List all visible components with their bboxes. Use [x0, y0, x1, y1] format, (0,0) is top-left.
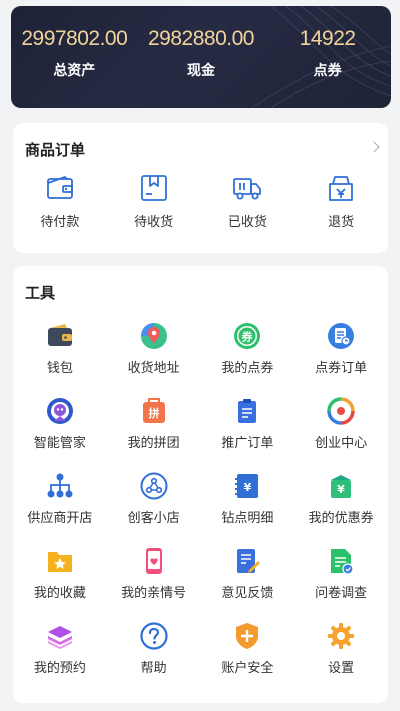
tool-address[interactable]: 收货地址 [107, 318, 201, 393]
asset-total-value: 2997802.00 [21, 27, 128, 50]
order-pending-payment[interactable]: 待付款 [13, 173, 107, 230]
tool-coupon-orders[interactable]: 点券订单 [294, 318, 388, 393]
asset-total-label: 总资产 [53, 62, 96, 78]
tool-appointments[interactable]: 我的预约 [13, 618, 107, 693]
truck-icon [233, 178, 262, 200]
tool-account-security[interactable]: 账户安全 [201, 618, 295, 693]
asset-coupon-label: 点券 [313, 62, 342, 78]
tool-wallet[interactable]: 钱包 [13, 318, 107, 393]
tool-maker-shop-label: 创客小店 [127, 510, 180, 525]
shield-icon [236, 623, 259, 649]
svg-text:券: 券 [241, 330, 254, 344]
tools-grid: 钱包 收货地址 券 我的点券 点券订单 智能管家 拼 我的拼团 推广订单 创业中… [13, 318, 388, 693]
tool-my-vouchers-label: 我的优惠券 [308, 510, 374, 525]
asset-cash[interactable]: 2982880.00 现金 [138, 26, 263, 80]
phone-heart-icon [145, 548, 162, 574]
order-pending-receipt[interactable]: 待收货 [107, 173, 201, 230]
network-icon [47, 473, 73, 498]
order-received-label: 已收货 [227, 214, 267, 229]
ledger-icon: ¥ [235, 474, 259, 498]
coupon-icon: 券 [234, 323, 261, 349]
voucher-icon: ¥ [331, 475, 352, 498]
order-pending-receipt-label: 待收货 [134, 214, 174, 229]
order-status-row: 待付款 待收货 已收货 退货 [13, 173, 388, 230]
tools-title: 工具 [25, 285, 56, 302]
wallet-icon [46, 176, 73, 199]
asset-cash-value: 2982880.00 [148, 27, 254, 50]
tool-family-number[interactable]: 我的亲情号 [107, 543, 201, 618]
robot-icon [46, 398, 73, 424]
tool-family-number-label: 我的亲情号 [121, 585, 187, 600]
asset-total[interactable]: 2997802.00 总资产 [12, 26, 137, 80]
asset-coupon-value: 14922 [299, 27, 356, 50]
tool-smart-butler-label: 智能管家 [33, 435, 86, 450]
tool-help-label: 帮助 [140, 660, 167, 675]
order-return-label: 退货 [328, 214, 355, 229]
tool-startup-center-label: 创业中心 [315, 435, 368, 450]
order-pending-payment-label: 待付款 [40, 214, 80, 229]
svg-text:¥: ¥ [244, 481, 252, 494]
group-buy-icon: 拼 [142, 398, 165, 423]
tool-feedback-label: 意见反馈 [221, 585, 274, 600]
order-return[interactable]: 退货 [294, 173, 388, 230]
tool-diamond-details[interactable]: ¥ 钻点明细 [201, 468, 295, 543]
asset-coupon[interactable]: 14922 点券 [265, 26, 390, 80]
tool-favorites[interactable]: 我的收藏 [13, 543, 107, 618]
asset-cash-label: 现金 [186, 62, 215, 78]
tool-promo-orders[interactable]: 推广订单 [201, 393, 295, 468]
help-icon [140, 622, 168, 650]
tool-group-buy[interactable]: 拼 我的拼团 [107, 393, 201, 468]
tool-my-vouchers[interactable]: ¥ 我的优惠券 [294, 468, 388, 543]
tool-maker-shop[interactable]: 创客小店 [107, 468, 201, 543]
orders-title: 商品订单 [25, 142, 86, 159]
order-received[interactable]: 已收货 [201, 173, 295, 230]
tool-promo-orders-label: 推广订单 [221, 435, 274, 450]
wallet-icon [47, 324, 72, 346]
tool-smart-butler[interactable]: 智能管家 [13, 393, 107, 468]
tool-help[interactable]: 帮助 [107, 618, 201, 693]
tool-supplier-store-label: 供应商开店 [27, 510, 93, 525]
tool-my-coupons-label: 我的点券 [221, 360, 274, 375]
tools-card: 工具 钱包 收货地址 券 我的点券 点券订单 智能管家 拼 我的拼团 推广订单 … [13, 266, 388, 703]
tool-group-buy-label: 我的拼团 [127, 435, 180, 450]
tool-settings-label: 设置 [328, 660, 355, 675]
clipboard-icon [238, 399, 257, 423]
tool-feedback[interactable]: 意见反馈 [201, 543, 295, 618]
tool-wallet-label: 钱包 [46, 360, 73, 375]
orders-card: 商品订单 待付款 待收货 已收货 退货 [13, 123, 388, 253]
startup-icon [327, 397, 355, 425]
tool-supplier-store[interactable]: 供应商开店 [13, 468, 107, 543]
tool-coupon-orders-label: 点券订单 [315, 360, 368, 375]
tool-appointments-label: 我的预约 [33, 660, 86, 675]
gear-icon [328, 623, 355, 649]
tool-survey-label: 问卷调查 [315, 585, 368, 600]
shop-icon [140, 472, 168, 500]
asset-summary-card: 2997802.00 总资产 2982880.00 现金 14922 点券 [11, 6, 391, 108]
coupon-order-icon [328, 323, 355, 349]
layers-icon [47, 626, 72, 649]
tool-startup-center[interactable]: 创业中心 [294, 393, 388, 468]
tool-favorites-label: 我的收藏 [33, 585, 86, 600]
package-icon [140, 175, 167, 201]
chevron-right-icon[interactable] [368, 141, 380, 153]
tool-account-security-label: 账户安全 [221, 660, 274, 675]
tool-my-coupons[interactable]: 券 我的点券 [201, 318, 295, 393]
tool-address-label: 收货地址 [127, 360, 180, 375]
favorite-folder-icon [47, 552, 72, 572]
svg-text:¥: ¥ [337, 483, 345, 496]
tool-survey[interactable]: 问卷调查 [294, 543, 388, 618]
survey-icon [331, 549, 354, 575]
feedback-icon [237, 549, 261, 573]
tool-settings[interactable]: 设置 [294, 618, 388, 693]
map-pin-icon [140, 323, 167, 349]
return-icon [329, 176, 354, 201]
tool-diamond-details-label: 钻点明细 [221, 510, 274, 525]
svg-text:拼: 拼 [148, 406, 159, 420]
